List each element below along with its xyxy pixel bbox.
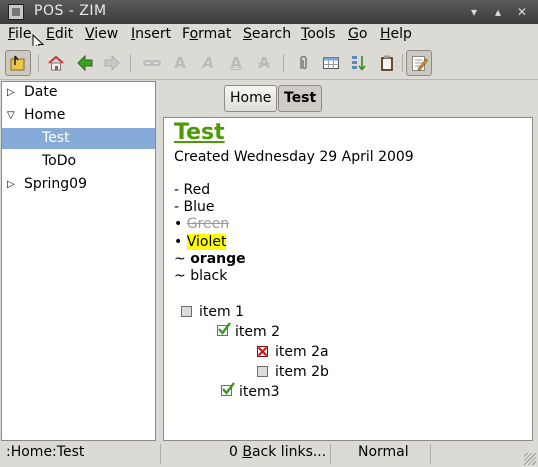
checklist-item: item 2b bbox=[275, 364, 329, 380]
minimize-icon[interactable]: ▾ bbox=[466, 4, 482, 20]
bold-icon[interactable]: A bbox=[169, 52, 191, 74]
page-index-tree[interactable]: ▷ Date ▽ Home Test ToDo ▷ Spring09 bbox=[1, 81, 156, 441]
toolbar-separator bbox=[38, 54, 39, 72]
menu-view[interactable]: View bbox=[85, 26, 118, 42]
list-item: • Violet bbox=[174, 234, 227, 250]
tree-item-test[interactable]: Test bbox=[2, 128, 155, 149]
list-item: ~ black bbox=[174, 268, 228, 284]
menu-tools[interactable]: Tools bbox=[301, 26, 336, 42]
menu-file[interactable]: File bbox=[8, 26, 31, 42]
expand-arrow-icon[interactable]: ▷ bbox=[7, 82, 15, 103]
list-item: ~ orange bbox=[174, 251, 246, 267]
page-heading: Test bbox=[174, 120, 225, 145]
strike-icon[interactable]: A bbox=[253, 52, 275, 74]
collapse-arrow-icon[interactable]: ▽ bbox=[7, 105, 15, 126]
created-date: Created Wednesday 29 April 2009 bbox=[174, 149, 414, 165]
checkbox-unchecked-icon[interactable] bbox=[181, 306, 192, 317]
index-toggle-icon[interactable] bbox=[5, 50, 31, 76]
menu-edit[interactable]: Edit bbox=[46, 26, 73, 42]
status-page-path: :Home:Test bbox=[6, 444, 85, 460]
menu-insert[interactable]: Insert bbox=[131, 26, 171, 42]
menu-format[interactable]: Format bbox=[182, 26, 231, 42]
zim-window: POS - ZIM ▾ ▴ ✕ File Edit View Insert Fo… bbox=[0, 0, 538, 467]
clipboard-icon[interactable] bbox=[376, 52, 398, 74]
checklist-item: item 2 bbox=[235, 324, 280, 340]
path-bar: Home Test bbox=[163, 81, 538, 117]
maximize-icon[interactable]: ▴ bbox=[490, 4, 506, 20]
checkbox-checked-icon[interactable] bbox=[217, 322, 231, 336]
tree-item-date[interactable]: ▷ Date bbox=[2, 82, 155, 103]
checklist-item: item 2a bbox=[275, 344, 329, 360]
tree-item-home[interactable]: ▽ Home bbox=[2, 105, 155, 126]
tree-item-spring09[interactable]: ▷ Spring09 bbox=[2, 174, 155, 195]
status-divider bbox=[430, 444, 431, 464]
checkbox-checked-icon[interactable] bbox=[221, 382, 235, 396]
resize-grip-icon[interactable] bbox=[524, 453, 536, 465]
menu-go[interactable]: Go bbox=[348, 26, 367, 42]
status-divider bbox=[330, 444, 331, 464]
checkbox-crossed-icon[interactable] bbox=[257, 346, 268, 357]
close-icon[interactable]: ✕ bbox=[514, 4, 530, 20]
menu-bar: File Edit View Insert Format Search Tool… bbox=[0, 24, 538, 52]
back-icon[interactable] bbox=[74, 52, 96, 74]
edit-mode-icon[interactable] bbox=[406, 50, 432, 76]
checklist-item: item3 bbox=[239, 384, 280, 400]
path-button-home[interactable]: Home bbox=[224, 85, 278, 112]
italic-icon[interactable]: A bbox=[197, 52, 219, 74]
status-divider bbox=[160, 444, 161, 464]
list-item: - Blue bbox=[174, 199, 215, 215]
underline-icon[interactable]: A bbox=[225, 52, 247, 74]
sort-icon[interactable] bbox=[348, 52, 370, 74]
list-item: - Red bbox=[174, 182, 211, 198]
home-icon[interactable] bbox=[45, 52, 67, 74]
status-mode: Normal bbox=[358, 444, 409, 460]
tree-item-todo[interactable]: ToDo bbox=[2, 151, 155, 172]
menu-help[interactable]: Help bbox=[380, 26, 412, 42]
page-editor[interactable]: Test Created Wednesday 29 April 2009 - R… bbox=[163, 117, 533, 441]
toolbar-separator bbox=[402, 54, 403, 72]
toolbar: A A A A bbox=[0, 46, 538, 80]
toolbar-separator bbox=[283, 54, 284, 72]
title-bar: POS - ZIM ▾ ▴ ✕ bbox=[0, 0, 538, 24]
toolbar-separator bbox=[130, 54, 131, 72]
checkbox-unchecked-icon[interactable] bbox=[257, 366, 268, 377]
pane-splitter[interactable] bbox=[156, 81, 162, 441]
app-icon bbox=[8, 4, 24, 20]
menu-search[interactable]: Search bbox=[243, 26, 291, 42]
table-icon[interactable] bbox=[320, 52, 342, 74]
status-bar: :Home:Test 0 Back links... Normal bbox=[0, 441, 538, 467]
forward-icon[interactable] bbox=[101, 52, 123, 74]
window-title: POS - ZIM bbox=[34, 3, 107, 19]
path-button-test[interactable]: Test bbox=[278, 85, 323, 112]
backlinks-button[interactable]: 0 Back links... bbox=[229, 444, 326, 460]
checklist-item: item 1 bbox=[199, 304, 244, 320]
link-icon[interactable] bbox=[141, 52, 163, 74]
expand-arrow-icon[interactable]: ▷ bbox=[7, 174, 15, 195]
attach-icon[interactable] bbox=[292, 52, 314, 74]
list-item: • Green bbox=[174, 216, 230, 232]
